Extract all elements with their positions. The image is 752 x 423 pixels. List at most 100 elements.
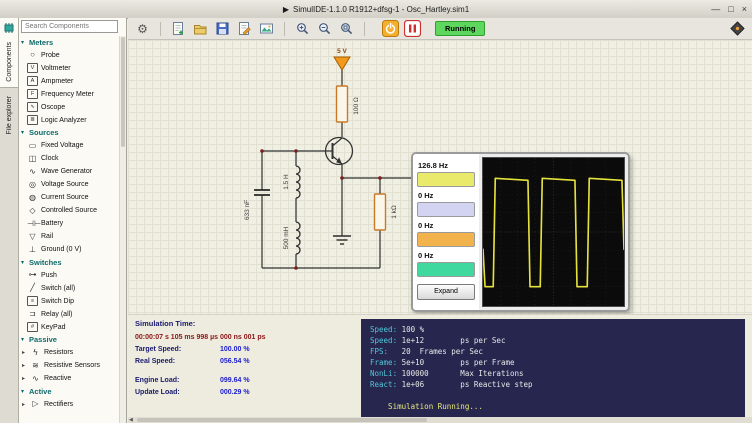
component-item[interactable]: ◫Clock <box>19 152 119 165</box>
component-item[interactable]: ≡Switch Dip <box>19 295 119 308</box>
pause-sim-icon[interactable] <box>403 19 422 38</box>
minimize-button[interactable]: — <box>711 5 720 14</box>
power-circuit-icon[interactable] <box>381 19 400 38</box>
scrollbar-thumb[interactable] <box>121 37 125 147</box>
component-item[interactable]: ∿Oscope <box>19 101 119 114</box>
horizontal-scrollbar-thumb[interactable] <box>137 418 427 422</box>
target-speed-value: 100.00 % <box>220 346 250 353</box>
fixed-voltage-icon: ▭ <box>27 141 38 151</box>
component-item-label: Logic Analyzer <box>41 117 87 124</box>
category-label: Active <box>29 387 52 396</box>
component-item[interactable]: ∿Wave Generator <box>19 165 119 178</box>
category-collapse-icon: ▾ <box>21 39 27 46</box>
component-item-label: Oscope <box>41 104 65 111</box>
scope-channel-button[interactable] <box>417 232 475 247</box>
category-collapse-icon: ▾ <box>21 129 27 136</box>
horizontal-scrollbar[interactable]: ◀ <box>128 417 752 423</box>
console-line <box>370 390 745 401</box>
component-item[interactable]: ⊥Ground (0 V) <box>19 243 119 256</box>
new-circuit-icon[interactable] <box>169 19 188 38</box>
ampmeter-icon: A <box>27 76 38 86</box>
svg-text:500 mH: 500 mH <box>283 226 290 249</box>
save-as-circuit-icon[interactable] <box>235 19 254 38</box>
controlled-source-icon: ◇ <box>27 206 38 216</box>
zoom-out-icon[interactable] <box>315 19 334 38</box>
settings-gear-icon[interactable]: ⚙ <box>133 19 152 38</box>
component-item[interactable]: ◎Voltage Source <box>19 178 119 191</box>
toolbar-separator <box>284 22 285 36</box>
component-item[interactable]: ◍Current Source <box>19 191 119 204</box>
component-item[interactable]: ⊶Push <box>19 269 119 282</box>
category-header[interactable]: ▾Passive <box>19 334 119 347</box>
component-item[interactable]: ○Probe <box>19 49 119 62</box>
maximize-button[interactable]: □ <box>728 5 733 14</box>
component-item[interactable]: ◇Controlled Source <box>19 204 119 217</box>
component-item[interactable]: ▸∿Reactive <box>19 372 119 385</box>
component-item[interactable]: #KeyPad <box>19 321 119 334</box>
real-speed-value: 056.54 % <box>220 358 250 365</box>
category-header[interactable]: ▾Sources <box>19 127 119 140</box>
ground-symbol[interactable] <box>333 236 351 244</box>
scope-channel-button[interactable] <box>417 172 475 187</box>
tab-file-explorer[interactable]: File explorer <box>0 90 18 148</box>
component-list-scrollbar[interactable] <box>119 36 126 423</box>
component-item[interactable]: ⊣⊢Battery <box>19 217 119 230</box>
component-item[interactable]: ▽Rail <box>19 230 119 243</box>
component-item-label: Resistive Sensors <box>44 362 100 369</box>
scope-channel-freq: 0 Hz <box>418 221 475 230</box>
scope-channel-button[interactable] <box>417 262 475 277</box>
inductor-l1[interactable]: 1.5 H <box>283 166 300 198</box>
tab-components[interactable]: Components <box>0 18 18 88</box>
component-item[interactable]: ▭Fixed Voltage <box>19 139 119 152</box>
zoom-in-icon[interactable] <box>293 19 312 38</box>
component-item-label: Clock <box>41 155 59 162</box>
running-status-badge: Running <box>435 21 485 36</box>
scope-channel-freq: 126.8 Hz <box>418 161 475 170</box>
capacitor-c1[interactable]: 633 nF <box>244 190 270 220</box>
component-item[interactable]: ▸ϟResistors <box>19 346 119 359</box>
scope-channel-button[interactable] <box>417 202 475 217</box>
main-toolbar: ⚙ Running <box>128 18 752 40</box>
console-line: NonLi: 100000 Max Iterations <box>370 368 745 379</box>
component-item-label: Relay (all) <box>41 311 73 318</box>
component-panel: ▾Meters○ProbeVVoltmeterAAmpmeterFFrequen… <box>19 18 127 423</box>
component-item[interactable]: ▸≋Resistive Sensors <box>19 359 119 372</box>
resistor-r2[interactable]: 1 kΩ <box>375 194 399 230</box>
component-item[interactable]: ≣Logic Analyzer <box>19 114 119 127</box>
component-item[interactable]: ╱Switch (all) <box>19 282 119 295</box>
inductor-l2[interactable]: 500 mH <box>283 222 300 254</box>
category-header[interactable]: ▾Active <box>19 385 119 398</box>
component-item-label: Ampmeter <box>41 78 73 85</box>
component-item-label: Battery <box>41 220 63 227</box>
resistor-r1[interactable]: 100 Ω <box>337 86 361 122</box>
category-header[interactable]: ▾Switches <box>19 256 119 269</box>
save-circuit-icon[interactable] <box>213 19 232 38</box>
panel-toggle-icon[interactable] <box>729 20 746 37</box>
component-item[interactable]: ⊐Relay (all) <box>19 308 119 321</box>
open-circuit-icon[interactable] <box>191 19 210 38</box>
rail-5v[interactable]: 5 V <box>334 48 350 70</box>
scope-expand-button[interactable]: Expand <box>417 284 475 300</box>
reactive-icon: ∿ <box>30 374 41 384</box>
component-item[interactable]: ▸▷Rectifiers <box>19 398 119 411</box>
component-item[interactable]: FFrequency Meter <box>19 88 119 101</box>
component-item-label: Switch (all) <box>41 285 75 292</box>
category-header[interactable]: ▾Meters <box>19 36 119 49</box>
engine-load-label: Engine Load: <box>135 377 220 384</box>
simulation-time-title: Simulation Time: <box>135 319 266 328</box>
scroll-left-arrow-icon[interactable]: ◀ <box>129 417 133 423</box>
update-load-value: 000.29 % <box>220 389 250 396</box>
search-input[interactable] <box>21 20 118 33</box>
console-line: FPS: 20 Frames per Sec <box>370 346 745 357</box>
export-image-icon[interactable] <box>257 19 276 38</box>
component-item-label: Ground (0 V) <box>41 246 81 253</box>
component-item[interactable]: VVoltmeter <box>19 62 119 75</box>
close-button[interactable]: × <box>742 5 747 14</box>
category-label: Passive <box>29 335 57 344</box>
scope-channel-freq: 0 Hz <box>418 251 475 260</box>
zoom-fit-icon[interactable] <box>337 19 356 38</box>
scope-channels: 126.8 Hz0 Hz0 Hz0 HzExpand <box>413 154 479 310</box>
voltage-source-icon: ◎ <box>27 180 38 190</box>
component-item[interactable]: AAmpmeter <box>19 75 119 88</box>
svg-text:633 nF: 633 nF <box>244 200 251 220</box>
